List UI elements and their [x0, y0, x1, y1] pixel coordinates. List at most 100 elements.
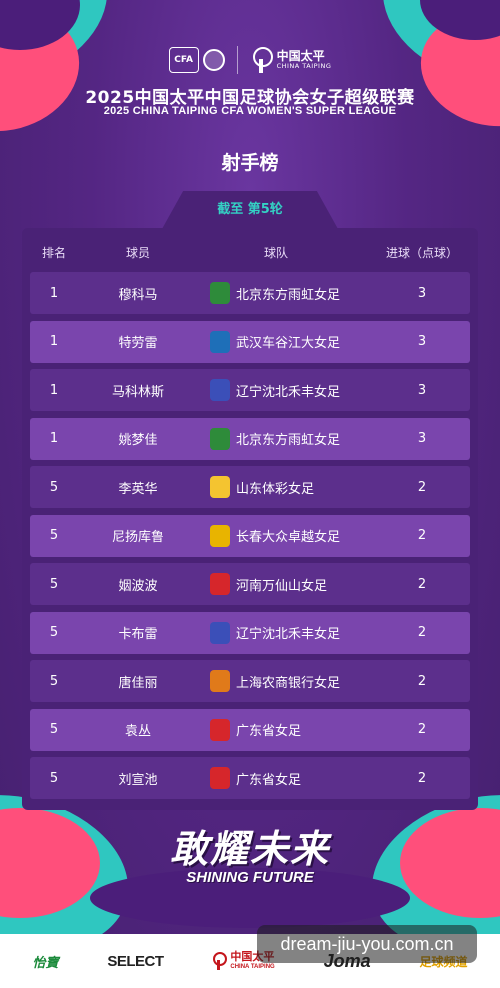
team-crest-icon — [210, 621, 230, 644]
slogan-cn: 敢耀未来 — [169, 827, 330, 871]
player-cell: 马科林斯 — [111, 384, 164, 400]
china-taiping-logo: 中国太平 CHINA TAIPING — [250, 47, 332, 73]
table-body: 1 穆科马 北京东方雨虹女足 3 1 特劳雷 武汉车谷江大女足 3 1 马科林斯 — [30, 272, 470, 806]
sponsor-name-en: CHINA TAIPING — [276, 62, 332, 71]
goals-cell: 2 — [417, 625, 427, 640]
rank-cell: 5 — [49, 479, 59, 495]
player-cell: 尼扬库鲁 — [111, 530, 164, 545]
page-subtitle: 射手榜 — [221, 152, 279, 174]
page-title-en: 2025 CHINA TAIPING CFA WOMEN'S SUPER LEA… — [103, 105, 397, 117]
rank-cell: 1 — [49, 285, 59, 301]
rank-cell: 1 — [49, 382, 59, 398]
table-header: 排名 球员 球队 进球（点球） — [30, 240, 470, 264]
team-cell: 辽宁沈北禾丰女足 — [198, 621, 374, 644]
table-row: 5 尼扬库鲁 长春大众卓越女足 2 — [30, 514, 470, 557]
column-header-goals: 进球（点球） — [385, 245, 458, 260]
player-cell: 袁丛 — [124, 724, 151, 739]
team-name: 山东体彩女足 — [236, 481, 315, 497]
goals-cell: 2 — [417, 673, 427, 689]
team-cell: 辽宁沈北禾丰女足 — [198, 379, 374, 401]
team-crest-icon — [210, 282, 230, 304]
poster: CFA 中国太平 CHINA TAIPING 2025中国太平中国足球协会女子超… — [0, 0, 500, 988]
cfa-logo: CFA — [168, 47, 225, 73]
team-name: 辽宁沈北禾丰女足 — [236, 627, 341, 642]
china-taiping-icon — [250, 47, 273, 73]
team-name: 北京东方雨虹女足 — [236, 287, 341, 303]
player-cell: 李英华 — [118, 481, 158, 497]
divider — [236, 46, 238, 74]
team-name: 河南万仙山女足 — [236, 578, 328, 594]
column-header-player: 球员 — [125, 245, 150, 260]
team-name: 长春大众卓越女足 — [236, 530, 341, 545]
cfa-badge: CFA — [168, 47, 199, 73]
goals-cell: 2 — [417, 722, 427, 737]
rank-cell: 1 — [49, 431, 59, 446]
table-row: 1 姚梦佳 北京东方雨虹女足 3 — [30, 417, 470, 460]
player-cell: 刘宣池 — [118, 772, 158, 788]
goals-cell: 3 — [417, 285, 427, 301]
table-row: 5 李英华 山东体彩女足 2 — [30, 466, 470, 508]
china-taiping-icon — [212, 952, 228, 970]
watermark: dream-jiu-you.com.cn — [257, 925, 477, 963]
goals-cell: 3 — [417, 334, 427, 349]
slogan-en: SHINING FUTURE — [186, 869, 314, 886]
table-row: 5 唐佳丽 上海农商银行女足 2 — [30, 660, 470, 702]
team-name: 北京东方雨虹女足 — [236, 433, 341, 448]
team-crest-icon — [210, 670, 230, 692]
team-crest-icon — [210, 767, 230, 789]
team-cell: 广东省女足 — [198, 767, 374, 789]
player-cell: 唐佳丽 — [118, 675, 158, 691]
team-cell: 北京东方雨虹女足 — [198, 282, 374, 304]
goals-cell: 2 — [417, 770, 427, 786]
goals-cell: 2 — [417, 528, 427, 543]
football-icon — [202, 49, 225, 71]
team-cell: 北京东方雨虹女足 — [198, 427, 374, 450]
team-name: 武汉车谷江大女足 — [236, 336, 341, 351]
player-cell: 姚梦佳 — [118, 433, 158, 448]
table-row: 1 特劳雷 武汉车谷江大女足 3 — [30, 320, 470, 363]
column-header-rank: 排名 — [41, 245, 66, 260]
table-row: 1 穆科马 北京东方雨虹女足 3 — [30, 272, 470, 314]
table-row: 5 姻波波 河南万仙山女足 2 — [30, 563, 470, 605]
table-row: 1 马科林斯 辽宁沈北禾丰女足 3 — [30, 369, 470, 411]
player-cell: 卡布雷 — [118, 627, 158, 642]
table-row: 5 刘宣池 广东省女足 2 — [30, 757, 470, 799]
sponsor-yibao-logo: 怡寶 — [32, 954, 59, 970]
player-cell: 姻波波 — [118, 578, 158, 594]
team-crest-icon — [210, 718, 230, 741]
team-cell: 广东省女足 — [198, 718, 374, 741]
team-cell: 长春大众卓越女足 — [198, 524, 374, 547]
team-name: 广东省女足 — [236, 772, 302, 788]
goals-cell: 3 — [417, 431, 427, 446]
team-name: 上海农商银行女足 — [236, 675, 341, 691]
team-name: 辽宁沈北禾丰女足 — [236, 384, 341, 400]
player-cell: 穆科马 — [118, 287, 158, 303]
round-tab-label: 截至 第5轮 — [217, 202, 283, 217]
rank-cell: 5 — [49, 576, 59, 592]
rank-cell: 5 — [49, 673, 59, 689]
goals-cell: 2 — [417, 576, 427, 592]
goals-cell: 2 — [417, 479, 427, 495]
team-crest-icon — [210, 573, 230, 595]
rank-cell: 5 — [49, 528, 59, 543]
rank-cell: 5 — [49, 722, 59, 737]
player-cell: 特劳雷 — [118, 336, 158, 351]
team-crest-icon — [210, 476, 230, 498]
team-name: 广东省女足 — [236, 724, 302, 739]
sponsor-select-logo: SELECT — [107, 952, 164, 970]
team-crest-icon — [210, 379, 230, 401]
rank-cell: 1 — [49, 334, 59, 349]
slogan: 敢耀未来 SHINING FUTURE — [0, 818, 500, 886]
sponsor-ct-en: CHINA TAIPING — [230, 963, 275, 970]
team-cell: 武汉车谷江大女足 — [198, 330, 374, 353]
team-cell: 山东体彩女足 — [198, 476, 374, 498]
team-crest-icon — [210, 524, 230, 547]
column-header-team: 球队 — [263, 245, 288, 260]
team-cell: 上海农商银行女足 — [198, 670, 374, 692]
team-crest-icon — [210, 427, 230, 450]
goals-cell: 3 — [417, 382, 427, 398]
table-row: 5 袁丛 广东省女足 2 — [30, 708, 470, 751]
rank-cell: 5 — [49, 770, 59, 786]
team-cell: 河南万仙山女足 — [198, 573, 374, 595]
table-row: 5 卡布雷 辽宁沈北禾丰女足 2 — [30, 611, 470, 654]
